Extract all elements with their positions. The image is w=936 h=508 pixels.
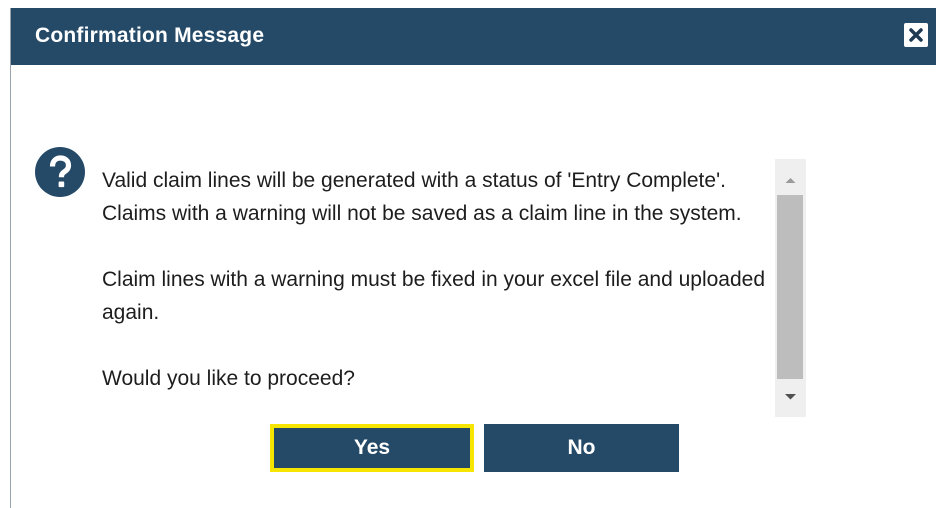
scroll-up-button[interactable] <box>775 165 806 193</box>
confirmation-dialog: Confirmation Message Valid claim lines w… <box>10 8 936 508</box>
close-icon <box>909 28 923 42</box>
scroll-up-arrow-icon <box>785 178 796 183</box>
yes-button[interactable]: Yes <box>270 424 474 472</box>
scroll-thumb[interactable] <box>777 195 803 379</box>
dialog-titlebar: Confirmation Message <box>11 8 936 65</box>
question-circle-icon <box>35 147 85 197</box>
scroll-down-arrow-icon <box>785 394 796 400</box>
message-scrollbar[interactable] <box>775 159 806 417</box>
scroll-down-button[interactable] <box>775 383 806 411</box>
message-paragraph: Claim lines with a warning must be fixed… <box>102 268 766 324</box>
message-body: Valid claim lines will be generated with… <box>102 164 767 395</box>
message-paragraph: Valid claim lines will be generated with… <box>102 169 742 225</box>
no-button[interactable]: No <box>484 424 679 472</box>
close-button[interactable] <box>904 23 928 47</box>
dialog-title: Confirmation Message <box>35 24 265 47</box>
message-paragraph: Would you like to proceed? <box>102 367 355 390</box>
